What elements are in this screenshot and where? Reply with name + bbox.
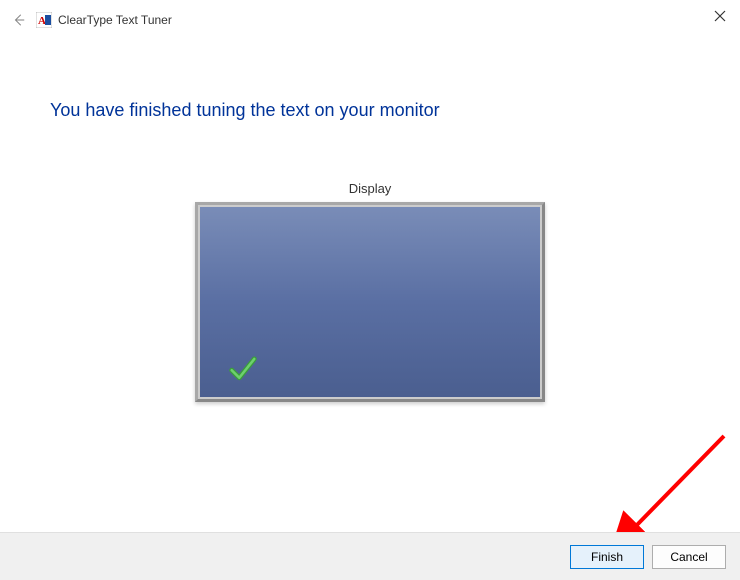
finish-button[interactable]: Finish: [570, 545, 644, 569]
page-heading: You have finished tuning the text on you…: [50, 100, 690, 121]
back-button[interactable]: [10, 11, 28, 29]
display-label: Display: [50, 181, 690, 196]
window-title: ClearType Text Tuner: [58, 13, 172, 27]
cancel-button[interactable]: Cancel: [652, 545, 726, 569]
monitor-preview: [195, 202, 545, 402]
app-icon: A: [36, 12, 52, 28]
svg-text:A: A: [38, 15, 46, 27]
back-arrow-icon: [12, 13, 26, 27]
close-icon: [714, 10, 726, 22]
main-content: You have finished tuning the text on you…: [0, 60, 740, 532]
display-section: Display: [50, 181, 690, 402]
wizard-footer: Finish Cancel: [0, 532, 740, 580]
checkmark-icon: [228, 354, 258, 384]
close-button[interactable]: [710, 6, 730, 26]
titlebar: A ClearType Text Tuner: [0, 0, 740, 40]
